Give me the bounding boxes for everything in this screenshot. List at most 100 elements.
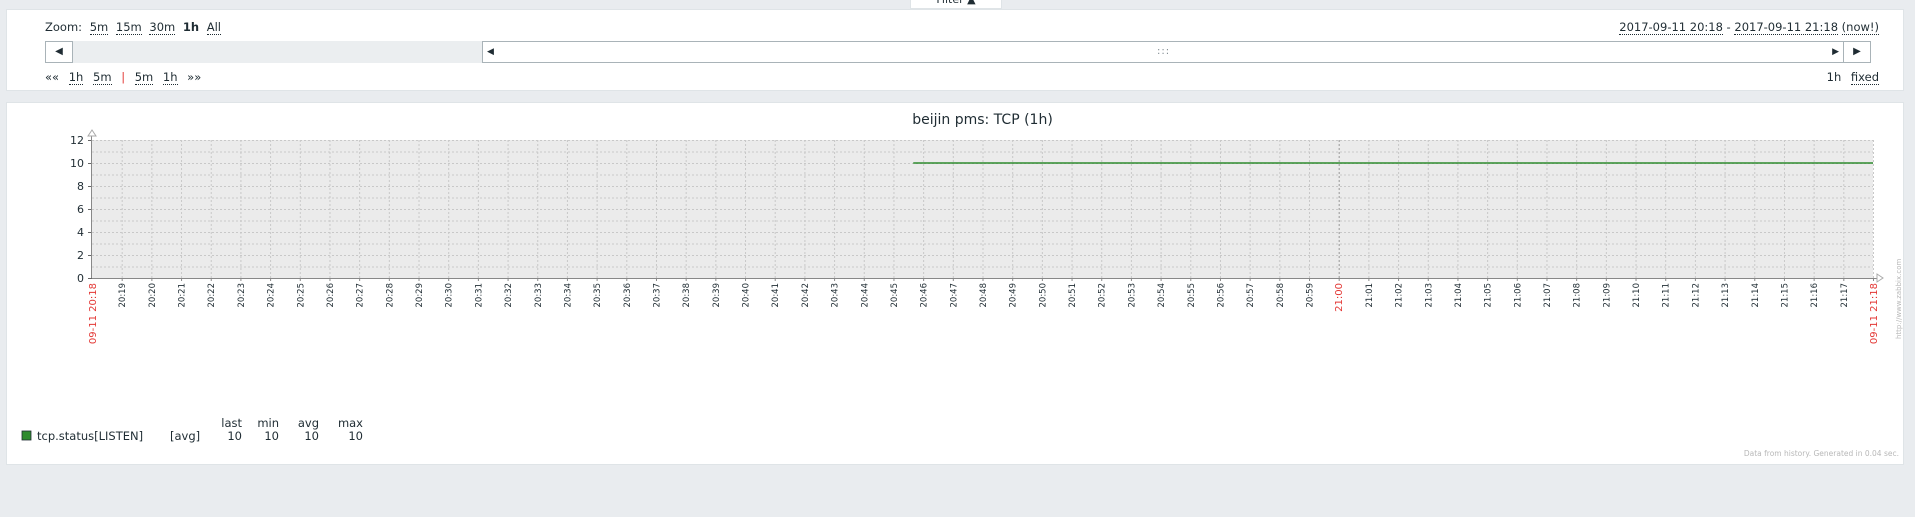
filter-tab[interactable]: Filter ▲ (910, 0, 1002, 9)
x-tick-label: 20:38 (682, 283, 692, 308)
scroll-left-button[interactable]: ◀ (45, 41, 73, 63)
legend-series-name: tcp.status[LISTEN] (37, 429, 143, 443)
x-tick-label: 20:41 (771, 283, 781, 308)
x-tick-label: 20:48 (979, 283, 989, 308)
nav-back-all[interactable]: «« (45, 70, 59, 84)
scrollbar-right-handle-icon[interactable]: ▶ (1832, 42, 1839, 62)
x-tick-label: 20:42 (801, 283, 811, 308)
period-separator: - (1722, 20, 1735, 34)
nav-forward-5m[interactable]: 5m (134, 70, 154, 85)
legend-header: min (257, 416, 279, 430)
y-axis-arrow-icon (87, 129, 97, 137)
x-tick-label: 21:17 (1840, 283, 1850, 308)
x-edge-label: 09-11 20:18 (88, 283, 99, 344)
x-tick-label: 20:58 (1276, 283, 1286, 308)
x-tick-label: 20:54 (1157, 283, 1167, 308)
x-edge-label: 09-11 21:18 (1869, 283, 1880, 344)
x-tick-label: 20:32 (504, 283, 514, 308)
legend-value: 10 (227, 429, 242, 443)
legend-header: avg (298, 416, 319, 430)
x-tick-label: 20:53 (1127, 283, 1137, 308)
legend-value: 10 (264, 429, 279, 443)
x-tick-label: 20:34 (563, 283, 573, 308)
zoom-30m[interactable]: 30m (149, 20, 176, 35)
legend-func: [avg] (170, 429, 200, 443)
x-tick-label: 20:28 (385, 283, 395, 308)
watermark: http://www.zabbix.com (1895, 259, 1903, 339)
x-tick-label: 20:40 (742, 283, 752, 308)
graph-panel: beijin pms: TCP (1h) 0 2 4 6 8 10 12 20:19 20:20 2… (6, 102, 1904, 465)
period-length-value: 1h (1826, 70, 1842, 84)
triangle-right-icon: ▶ (1853, 46, 1861, 57)
period-range: 2017-09-11 20:18 - 2017-09-11 21:18 (now… (1619, 20, 1879, 35)
x-tick-label: 20:55 (1187, 283, 1197, 308)
x-tick-label: 20:35 (593, 283, 603, 308)
scrollbar-left-handle-icon[interactable]: ◀ (487, 42, 494, 62)
x-tick-label: 20:25 (296, 283, 306, 308)
period-navigation: «« 1h 5m | 5m 1h »» (45, 70, 207, 85)
legend-header: last (221, 416, 242, 430)
period-from[interactable]: 2017-09-11 20:18 (1619, 20, 1723, 35)
x-tick-label: 21:04 (1454, 283, 1464, 308)
tcp-graph: beijin pms: TCP (1h) 0 2 4 6 8 10 12 20:19 20:20 2… (21, 112, 1903, 458)
timeline-scrollbar[interactable]: ◀ ::: ▶ (482, 41, 1844, 63)
x-tick-label: 20:37 (652, 283, 662, 308)
nav-forward-1h[interactable]: 1h (162, 70, 178, 85)
x-tick-label: 20:47 (949, 283, 959, 308)
y-tick-label: 8 (77, 180, 84, 193)
scroll-right-button[interactable]: ▶ (1843, 41, 1871, 63)
x-tick-label: 21:15 (1780, 283, 1790, 308)
x-tick-label: 21:13 (1721, 283, 1731, 308)
y-tick-label: 0 (77, 272, 84, 285)
x-tick-label: 20:52 (1098, 283, 1108, 308)
x-tick-label: 21:01 (1365, 283, 1375, 308)
x-tick-label: 21:05 (1484, 283, 1494, 308)
x-tick-label: 20:45 (890, 283, 900, 308)
nav-separator: | (121, 70, 126, 84)
x-tick-label: 20:50 (1038, 283, 1048, 308)
period-to[interactable]: 2017-09-11 21:18 (1734, 20, 1839, 35)
x-tick-label: 20:24 (267, 283, 277, 308)
x-tick-label: 21:03 (1424, 283, 1434, 308)
x-tick-label: 20:23 (237, 283, 247, 308)
x-tick-label: 20:56 (1216, 283, 1226, 308)
grip-icon: ::: (1157, 46, 1171, 57)
x-tick-label: 20:57 (1246, 283, 1256, 308)
period-now[interactable]: (now!) (1841, 20, 1879, 35)
x-tick-label: 20:36 (623, 283, 633, 308)
legend-swatch (21, 430, 32, 441)
x-tick-label: 20:49 (1009, 283, 1019, 308)
x-tick-label: 20:27 (356, 283, 366, 308)
legend-value: 10 (348, 429, 363, 443)
triangle-left-icon: ◀ (55, 46, 63, 57)
x-tick-label: 20:59 (1306, 283, 1316, 308)
chart-title: beijin pms: TCP (1h) (912, 112, 1053, 128)
y-tick-label: 10 (70, 157, 84, 170)
x-tick-label: 20:26 (326, 283, 336, 308)
y-tick-label: 2 (77, 249, 84, 262)
nav-back-5m[interactable]: 5m (93, 70, 112, 85)
time-filter-panel: Zoom: 5m 15m 30m 1h All 2017-09-11 20:18… (6, 9, 1904, 91)
x-tick-label: 21:14 (1751, 283, 1761, 308)
zoom-all[interactable]: All (206, 20, 221, 35)
x-tick-label: 20:33 (534, 283, 544, 308)
zoom-15m[interactable]: 15m (115, 20, 142, 35)
x-tick-label: 20:21 (178, 283, 188, 308)
x-tick-label: 20:46 (920, 283, 930, 308)
zoom-5m[interactable]: 5m (89, 20, 109, 35)
zoom-label: Zoom: (45, 20, 83, 34)
fixed-toggle[interactable]: fixed (1850, 70, 1879, 85)
x-tick-label: 21:08 (1573, 283, 1583, 308)
x-tick-label: 21:07 (1543, 283, 1553, 308)
x-tick-label: 21:00 (1334, 283, 1345, 312)
x-tick-label: 21:06 (1513, 283, 1523, 308)
nav-back-1h[interactable]: 1h (68, 70, 84, 85)
nav-forward-all[interactable]: »» (187, 70, 201, 84)
x-tick-label: 21:02 (1395, 283, 1405, 308)
legend-header: max (338, 416, 363, 430)
x-tick-label: 20:51 (1068, 283, 1078, 308)
x-axis-arrow-icon (1876, 273, 1884, 283)
x-tick-label: 21:11 (1662, 283, 1672, 308)
y-tick-label: 6 (77, 203, 84, 216)
x-tick-label: 20:19 (118, 283, 128, 308)
